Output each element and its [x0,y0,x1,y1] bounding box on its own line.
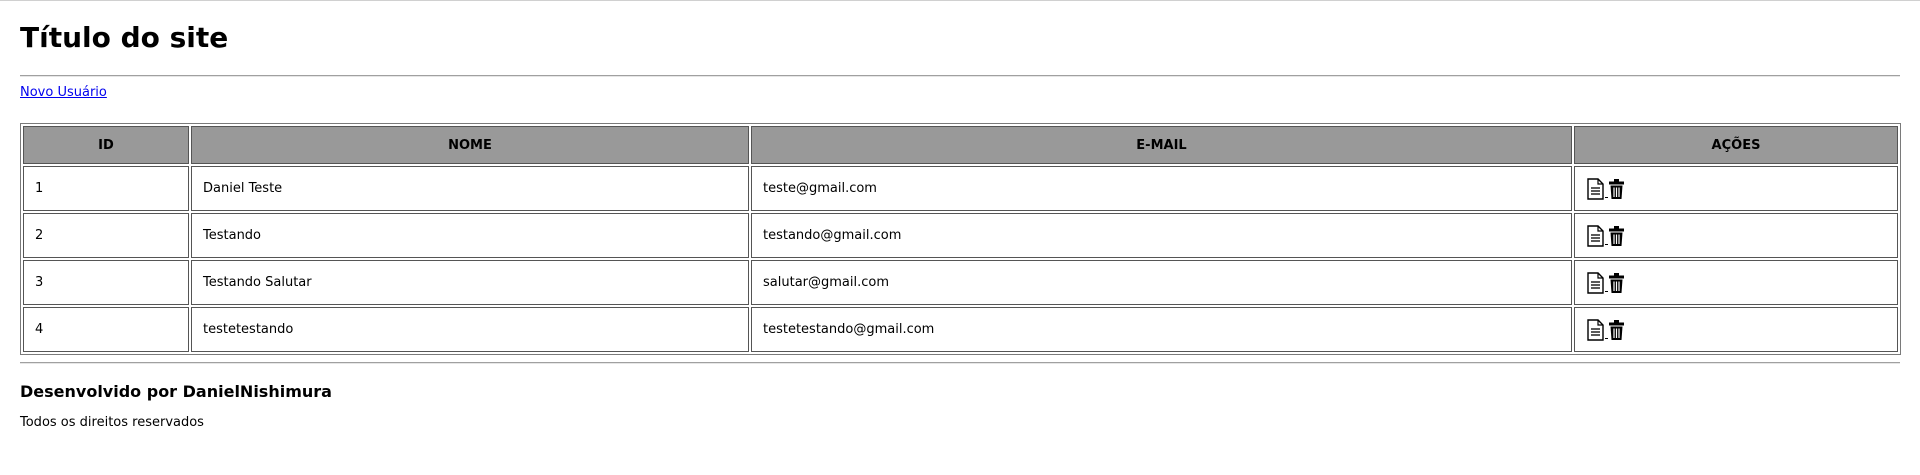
cell-id: 2 [23,213,189,258]
table-row: 1 Daniel Teste teste@gmail.com [23,166,1898,211]
developer-credit: Desenvolvido por DanielNishimura [20,382,332,401]
site-title: Título do site [20,21,229,54]
page: Título do site Novo Usuário ID NOME E-MA… [0,1,1920,431]
cell-actions [1574,213,1898,258]
document-icon[interactable] [1586,177,1605,200]
trash-icon[interactable] [1608,319,1625,341]
table-row: 2 Testando testando@gmail.com [23,213,1898,258]
cell-email: salutar@gmail.com [751,260,1572,305]
document-icon[interactable] [1586,271,1605,294]
cell-nome: Daniel Teste [191,166,749,211]
cell-nome: Testando Salutar [191,260,749,305]
table-header-row: ID NOME E-MAIL AÇÕES [23,126,1898,164]
column-header-nome: NOME [191,126,749,164]
cell-id: 3 [23,260,189,305]
document-icon[interactable] [1586,318,1605,341]
users-table: ID NOME E-MAIL AÇÕES 1 Daniel Teste test… [20,123,1901,355]
column-header-email: E-MAIL [751,126,1572,164]
cell-nome: testetestando [191,307,749,352]
column-header-acoes: AÇÕES [1574,126,1898,164]
cell-nome: Testando [191,213,749,258]
footer-divider [20,362,1900,364]
cell-email: testando@gmail.com [751,213,1572,258]
new-user-link[interactable]: Novo Usuário [20,85,107,101]
table-row: 4 testetestando testetestando@gmail.com [23,307,1898,352]
rights-text: Todos os direitos reservados [20,415,204,430]
cell-email: testetestando@gmail.com [751,307,1572,352]
cell-id: 1 [23,166,189,211]
cell-email: teste@gmail.com [751,166,1572,211]
column-header-id: ID [23,126,189,164]
trash-icon[interactable] [1608,178,1625,200]
trash-icon[interactable] [1608,272,1625,294]
document-icon[interactable] [1586,224,1605,247]
cell-actions [1574,260,1898,305]
cell-id: 4 [23,307,189,352]
cell-actions [1574,307,1898,352]
table-row: 3 Testando Salutar salutar@gmail.com [23,260,1898,305]
trash-icon[interactable] [1608,225,1625,247]
cell-actions [1574,166,1898,211]
header-divider [20,75,1900,77]
table-body: 1 Daniel Teste teste@gmail.com 2 Testand… [23,166,1898,352]
